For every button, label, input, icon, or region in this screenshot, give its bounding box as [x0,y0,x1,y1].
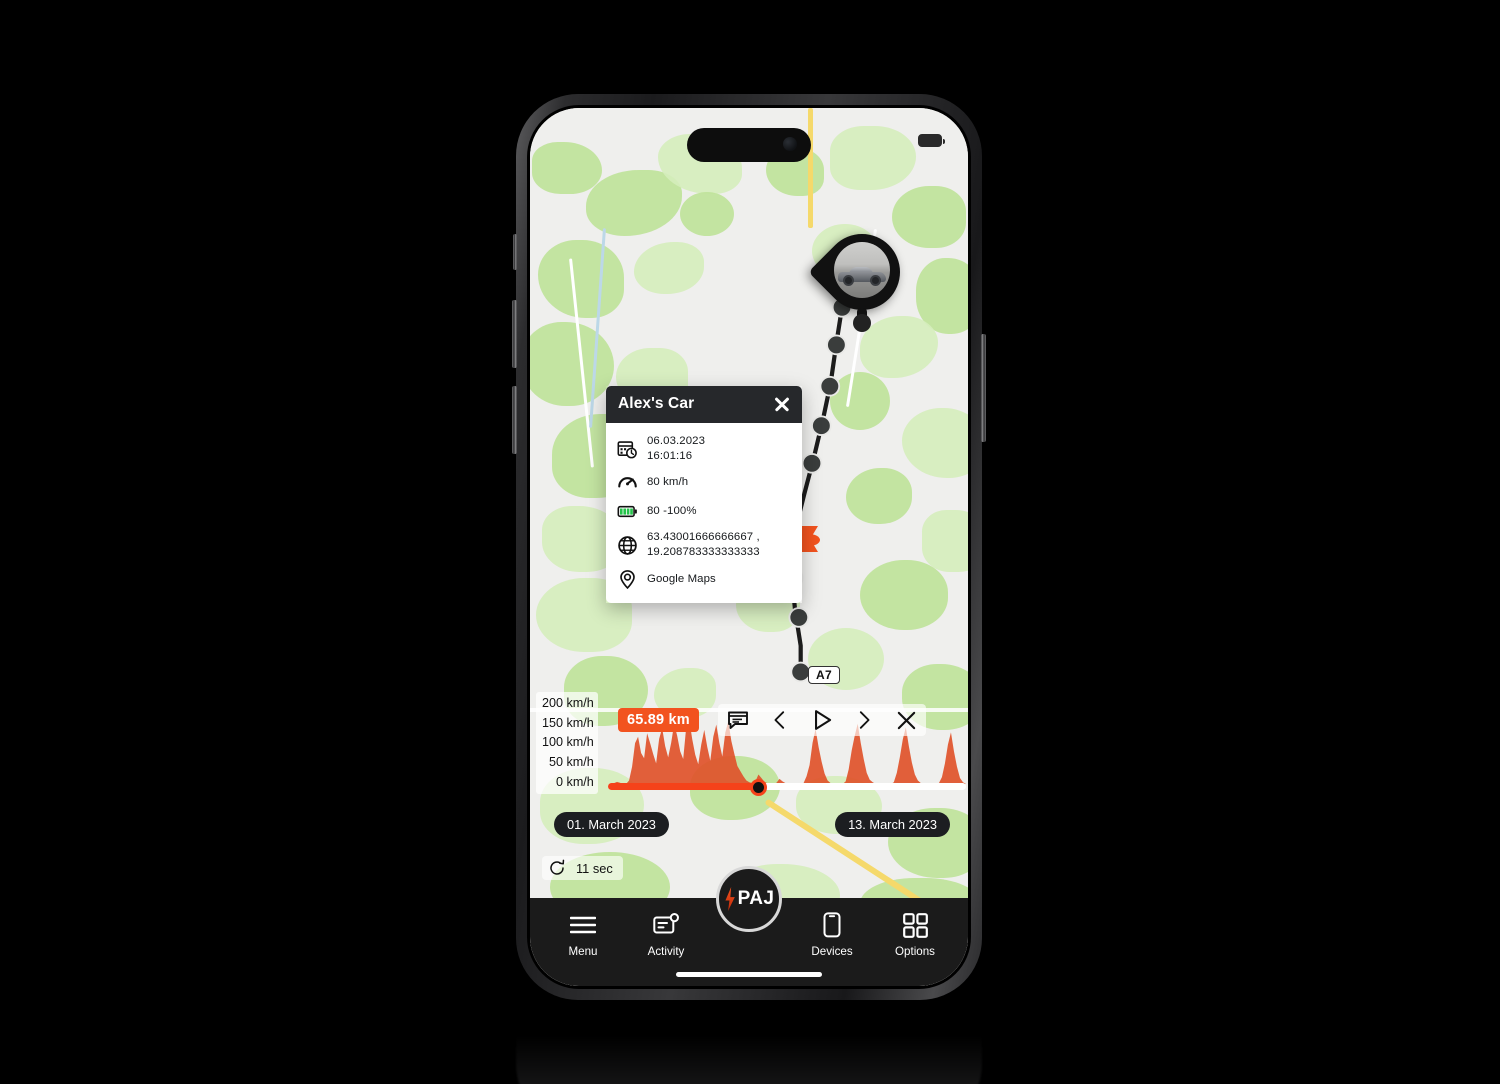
popup-title: Alex's Car [618,395,695,412]
tab-menu[interactable]: Menu [546,912,620,958]
phone-device-icon [822,912,842,938]
refresh-interval-text: 11 sec [576,860,613,876]
info-row-battery: 80 -100% [606,497,802,526]
distance-badge: 65.89 km [618,708,699,732]
speedometer-icon [618,477,637,488]
previous-button[interactable] [766,706,794,734]
vehicle-photo [834,242,890,298]
datetime-time: 16:01:16 [647,450,693,463]
axis-tick-0: 0 km/h [556,774,594,789]
info-row-text: 06.03.2023 16:01:16 [647,434,705,464]
phone-reflection [516,1006,982,1084]
popup-body: 06.03.2023 16:01:16 80 km/h 80 -100% 63.… [606,423,802,603]
hamburger-menu-icon [570,912,596,938]
axis-tick-100: 100 km/h [542,735,594,750]
phone-screen: A7 Alex's Car 06.03.2023 16:01:16 80 km/… [530,108,968,986]
globe-icon [618,536,637,555]
tab-menu-label: Menu [568,945,598,958]
location-pin-icon [620,569,635,589]
close-icon [897,711,915,729]
vehicle-pin-marker[interactable] [808,218,916,332]
timeline-scrubber[interactable] [608,778,966,796]
dynamic-island [687,128,811,162]
info-row-maps-link[interactable]: Google Maps [606,565,802,594]
tab-options-label: Options [895,945,935,958]
tab-activity-label: Activity [647,945,685,958]
coordinates-value: 63.43001666666667 , 19.208783333333333 [647,530,760,560]
popup-header: Alex's Car [606,386,802,423]
chevron-right-icon [859,711,870,729]
paj-logo-text: PAJ [737,888,775,909]
battery-icon [617,506,637,518]
refresh-interval[interactable]: 11 sec [542,856,623,880]
volume-up-button[interactable] [512,300,517,368]
latitude-value: 63.43001666666667 , [647,531,760,544]
home-indicator [676,972,822,977]
device-info-popup: Alex's Car 06.03.2023 16:01:16 80 km/h 8… [606,386,802,603]
play-icon [815,710,832,730]
play-button[interactable] [808,706,836,734]
paj-bolt-icon [725,887,735,911]
datetime-date: 06.03.2023 [647,435,706,447]
axis-tick-200: 200 km/h [542,696,594,710]
car-thumbnail-icon [838,266,886,286]
notes-button[interactable] [724,706,752,734]
screenshot-root: A7 Alex's Car 06.03.2023 16:01:16 80 km/… [0,0,1500,1084]
axis-tick-50: 50 km/h [549,755,594,770]
power-button[interactable] [981,334,986,442]
volume-down-button[interactable] [512,386,517,454]
playback-controls [718,704,926,736]
mute-switch[interactable] [513,234,517,270]
next-button[interactable] [850,706,878,734]
timeline-progress [608,783,759,790]
timeline-knob[interactable] [750,778,768,796]
google-maps-label: Google Maps [647,572,716,585]
note-message-icon [728,711,748,729]
date-range-end[interactable]: 13. March 2023 [835,812,950,837]
refresh-icon [550,859,565,875]
tab-devices[interactable]: Devices [795,912,869,958]
paj-home-button[interactable]: PAJ [716,866,782,932]
phone-frame: A7 Alex's Car 06.03.2023 16:01:16 80 km/… [512,94,986,1000]
info-row-speed: 80 km/h [606,468,802,497]
chevron-left-icon [774,711,785,729]
close-playback-button[interactable] [892,706,920,734]
grid-options-icon [902,912,928,938]
longitude-value: 19.208783333333333 [647,546,760,559]
calendar-clock-icon [617,440,637,459]
speed-value: 80 km/h [647,476,689,489]
date-range-start[interactable]: 01. March 2023 [554,812,669,837]
battery-icon [918,134,945,147]
highway-shield: A7 [808,666,840,684]
tab-activity[interactable]: Activity [629,912,703,958]
battery-value: 80 -100% [647,505,697,518]
info-row-datetime: 06.03.2023 16:01:16 [606,430,802,468]
phone-bezel: A7 Alex's Car 06.03.2023 16:01:16 80 km/… [527,105,971,989]
tab-devices-label: Devices [811,945,853,958]
close-icon[interactable] [772,394,792,414]
info-row-coordinates: 63.43001666666667 , 19.208783333333333 [606,526,802,564]
axis-tick-150: 150 km/h [542,715,594,730]
tab-options[interactable]: Options [878,912,952,958]
activity-card-icon [652,912,680,938]
speed-axis-labels: 200 km/h 150 km/h 100 km/h 50 km/h 0 km/… [536,692,598,794]
